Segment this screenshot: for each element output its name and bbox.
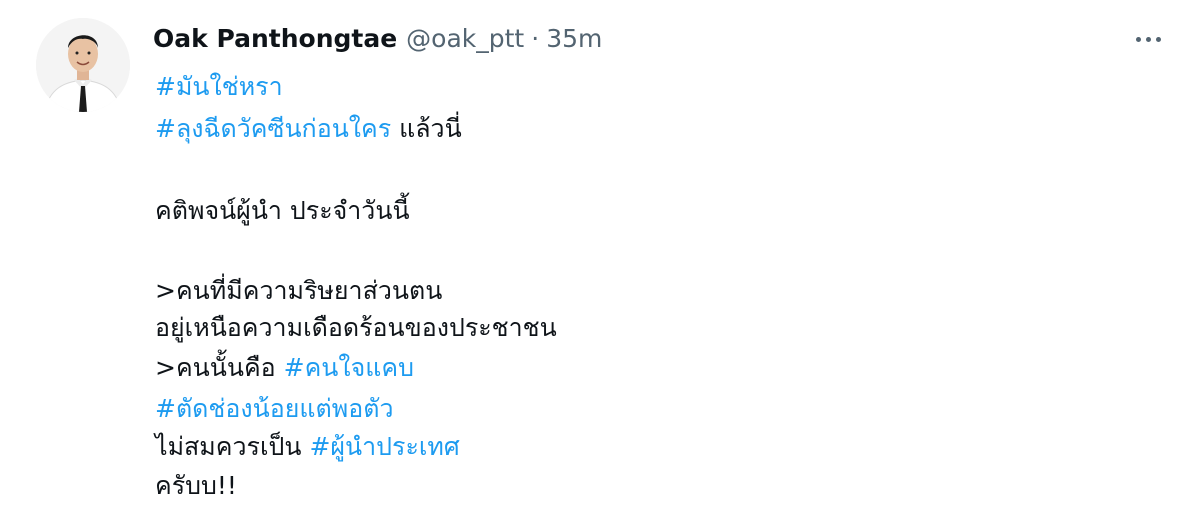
author-handle[interactable]: @oak_ptt — [406, 24, 524, 53]
tweet-card[interactable]: Oak Panthongtae @oak_ptt · 35m #มันใช่หร… — [0, 0, 1200, 514]
tweet-line: #ลุงฉีดวัคซีนก่อนใคร แล้วนี่ — [155, 114, 462, 143]
hashtag-link[interactable]: #คนใจแคบ — [284, 353, 414, 382]
hashtag-link[interactable]: #มันใช่หรา — [155, 72, 283, 101]
hashtag-link[interactable]: #ลุงฉีดวัคซีนก่อนใคร — [155, 114, 391, 143]
hashtag-link[interactable]: #ตัดช่องน้อยแต่พอตัว — [155, 394, 393, 423]
tweet-line: ไม่สมควรเป็น #ผู้นำประเทศ — [155, 432, 460, 461]
tweet-line: >คนนั้นคือ #คนใจแคบ — [155, 353, 414, 382]
more-horizontal-icon — [1135, 36, 1141, 42]
tweet-line: #มันใช่หรา — [155, 70, 283, 104]
more-options-button[interactable] — [1128, 24, 1168, 54]
tweet-line: อยู่เหนือความเดือดร้อนของประชาชน — [155, 313, 557, 342]
separator-dot: · — [531, 24, 540, 53]
tweet-line: >คนที่มีความริษยาส่วนตน — [155, 276, 443, 305]
tweet-line: คติพจน์ผู้นำ ประจำวันนี้ — [155, 196, 410, 225]
tweet-line: #ตัดช่องน้อยแต่พอตัว — [155, 392, 393, 426]
author-name[interactable]: Oak Panthongtae — [153, 24, 397, 53]
tweet-header: Oak Panthongtae @oak_ptt · 35m — [153, 24, 602, 58]
timestamp[interactable]: 35m — [546, 24, 602, 53]
tweet-line: ครับบ!! — [155, 471, 237, 500]
avatar[interactable] — [36, 18, 130, 112]
hashtag-link[interactable]: #ผู้นำประเทศ — [309, 432, 459, 461]
